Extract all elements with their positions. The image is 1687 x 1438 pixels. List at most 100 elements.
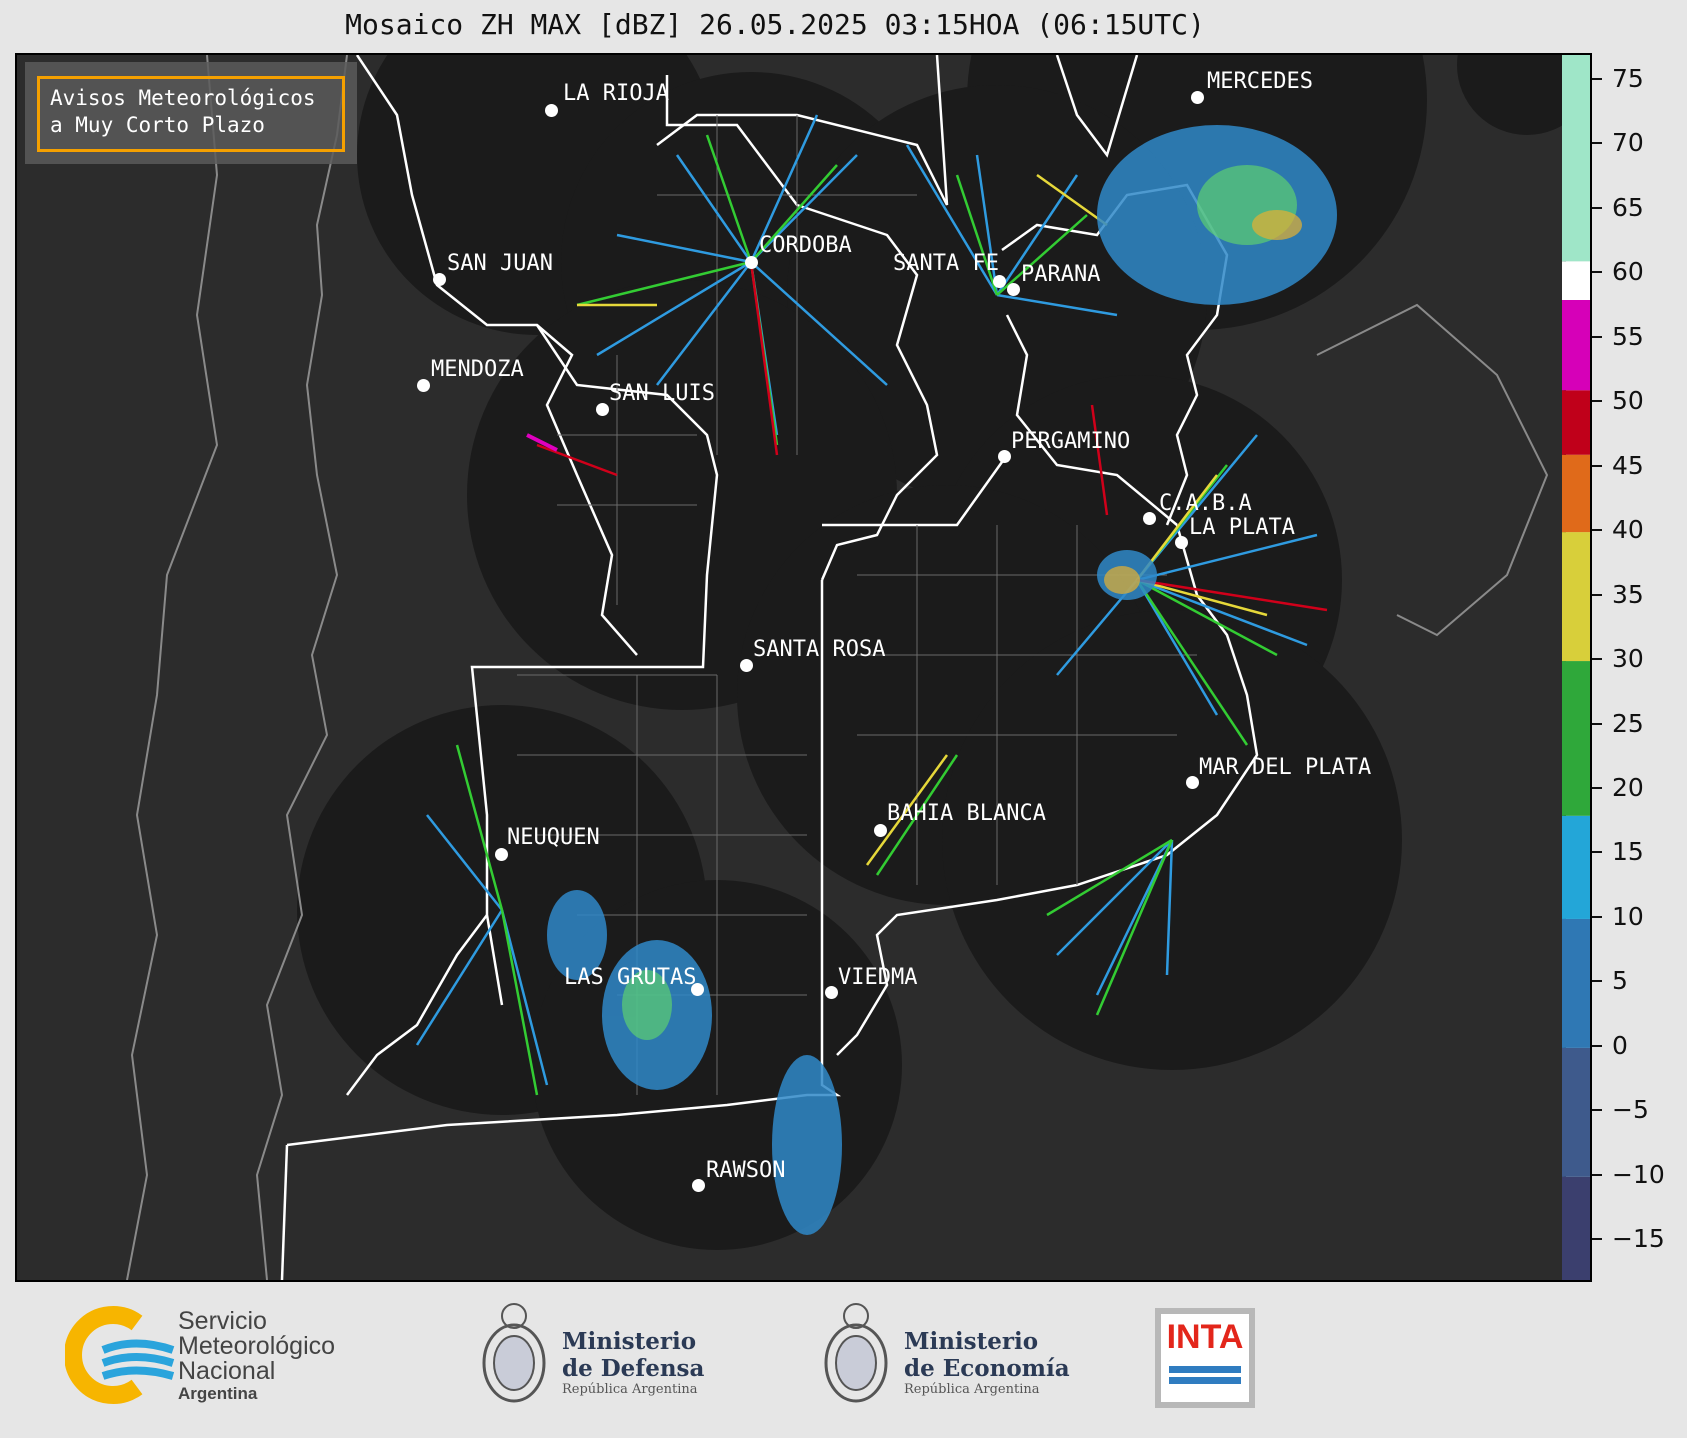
colorbar-tick-mark (1592, 77, 1602, 80)
colorbar-tick-label: 55 (1612, 321, 1644, 351)
colorbar-tick-mark (1592, 980, 1602, 983)
inta-logo[interactable]: INTA (1155, 1308, 1255, 1408)
colorbar-tick-mark (1592, 915, 1602, 918)
colorbar-tick-mark (1592, 593, 1602, 596)
city-label-las-grutas: LAS GRUTAS (564, 965, 697, 990)
colorbar-band (1562, 1176, 1590, 1280)
colorbar-tick-mark (1592, 722, 1602, 725)
colorbar-tick-label: 60 (1612, 257, 1644, 287)
colorbar-tick-mark (1592, 400, 1602, 403)
colorbar-tick-label: 40 (1612, 515, 1644, 545)
colorbar-band (1562, 55, 1590, 262)
economia-logo[interactable]: Ministerio de Economía República Argenti… (820, 1298, 1080, 1418)
inta-stripe-1 (1169, 1366, 1241, 1373)
smn-line-2: Meteorológico (178, 1332, 336, 1360)
colorbar-tick-mark (1592, 464, 1602, 467)
avisos-line-1: Avisos Meteorológicos (50, 86, 316, 110)
radar-coverage-areas (297, 55, 1564, 1250)
colorbar-band (1562, 1047, 1590, 1177)
colorbar-tick-label: 35 (1612, 579, 1644, 609)
city-label-la-plata: LA PLATA (1189, 515, 1295, 540)
colorbar-tick-mark (1592, 1044, 1602, 1047)
city-label-san-juan: SAN JUAN (447, 251, 553, 276)
smn-logo-icon (64, 1306, 175, 1404)
colorbar-tick-mark (1592, 787, 1602, 789)
colorbar-tick-label: 0 (1612, 1030, 1628, 1060)
colorbar-tick-label: 5 (1612, 966, 1628, 996)
colorbar-tick-mark (1592, 1173, 1602, 1176)
economia-line-3: República Argentina (904, 1382, 1040, 1397)
economia-line-1: Ministerio (904, 1328, 1039, 1355)
inta-stripe-2 (1169, 1377, 1241, 1384)
colorbar-tick-label: 75 (1612, 63, 1644, 93)
colorbar-tick-mark (1592, 529, 1602, 532)
colorbar-tick-label: 10 (1612, 901, 1644, 931)
colorbar-band (1562, 454, 1590, 533)
avisos-line-2: a Muy Corto Plazo (50, 113, 265, 137)
city-label-mar-del-plata: MAR DEL PLATA (1199, 755, 1372, 780)
colorbar-band (1562, 661, 1590, 816)
inta-text: INTA (1166, 1318, 1244, 1356)
colorbar-tick-label: 70 (1612, 128, 1644, 158)
city-label-santa-rosa: SANTA ROSA (753, 637, 886, 662)
colorbar-tick-mark (1592, 206, 1602, 209)
defensa-line-2: de Defensa (562, 1355, 705, 1382)
avisos-panel: Avisos Meteorológicos a Muy Corto Plazo (25, 62, 357, 164)
city-label-san-luis: SAN LUIS (609, 381, 715, 406)
city-dot-mendoza (417, 379, 430, 392)
smn-line-3: Nacional (178, 1357, 276, 1385)
city-label-mendoza: MENDOZA (431, 357, 524, 382)
map-title: Mosaico ZH MAX [dBZ] 26.05.2025 03:15HOA… (345, 8, 1205, 41)
city-dot-pergamino (998, 450, 1011, 463)
colorbar-tick-label: −5 (1612, 1095, 1649, 1125)
city-dot-caba (1143, 512, 1156, 525)
city-label-cordoba: CORDOBA (759, 233, 852, 258)
colorbar-band (1562, 390, 1590, 455)
escudo-icon (824, 1303, 888, 1403)
city-dot-santa-fe (993, 275, 1006, 288)
colorbar-tick-label: 25 (1612, 708, 1644, 738)
colorbar-tick-label: −15 (1612, 1224, 1665, 1254)
colorbar-band (1562, 918, 1590, 1048)
colorbar-tick-label: 65 (1612, 192, 1644, 222)
city-dot-rawson (692, 1179, 705, 1192)
defensa-logo[interactable]: Ministerio de Defensa República Argentin… (478, 1298, 718, 1418)
city-label-pergamino: PERGAMINO (1011, 429, 1131, 454)
colorbar-tick-label: −10 (1612, 1159, 1665, 1189)
colorbar-tick-mark (1592, 1109, 1602, 1112)
avisos-link[interactable]: Avisos Meteorológicos a Muy Corto Plazo (37, 76, 345, 152)
colorbar-band (1562, 261, 1590, 300)
smn-logo[interactable]: Servicio Meteorológico Nacional Argentin… (64, 1305, 385, 1405)
city-label-rawson: RAWSON (706, 1158, 786, 1183)
city-dot-viedma (825, 986, 838, 999)
colorbar-bands (1562, 55, 1590, 1280)
city-label-viedma: VIEDMA (838, 965, 918, 990)
defensa-line-1: Ministerio (562, 1328, 697, 1355)
colorbar-tick-label: 45 (1612, 450, 1644, 480)
city-dot-san-juan (433, 273, 446, 286)
colorbar-tick-label: 20 (1612, 773, 1644, 802)
footer-logos: Servicio Meteorológico Nacional Argentin… (0, 1280, 1687, 1438)
colorbar-tick-mark (1592, 335, 1602, 338)
colorbar-tick-label: 30 (1612, 644, 1644, 674)
radar-map[interactable]: Avisos Meteorológicos a Muy Corto Plazo … (15, 53, 1566, 1282)
colorbar-tick-mark (1592, 271, 1602, 274)
colorbar-tick-label: 50 (1612, 386, 1644, 416)
city-dot-la-plata (1175, 536, 1188, 549)
city-dot-bahia-blanca (874, 824, 887, 837)
colorbar-band (1562, 300, 1590, 391)
colorbar-tick-mark (1592, 1238, 1602, 1241)
city-label-santa-fe: SANTA FE (893, 251, 999, 276)
defensa-line-3: República Argentina (562, 1382, 698, 1397)
city-label-la-rioja: LA RIOJA (563, 81, 669, 106)
colorbar-band (1562, 532, 1590, 662)
city-dot-parana (1007, 283, 1020, 296)
inta-logo-inner: INTA (1161, 1314, 1249, 1402)
city-dot-san-luis (596, 403, 609, 416)
city-label-mercedes: MERCEDES (1207, 69, 1313, 94)
economia-line-2: de Economía (904, 1355, 1070, 1382)
colorbar-tick-mark (1592, 142, 1602, 145)
dbz-colorbar (1562, 53, 1592, 1282)
escudo-icon (482, 1303, 546, 1403)
city-dot-mercedes (1191, 91, 1204, 104)
